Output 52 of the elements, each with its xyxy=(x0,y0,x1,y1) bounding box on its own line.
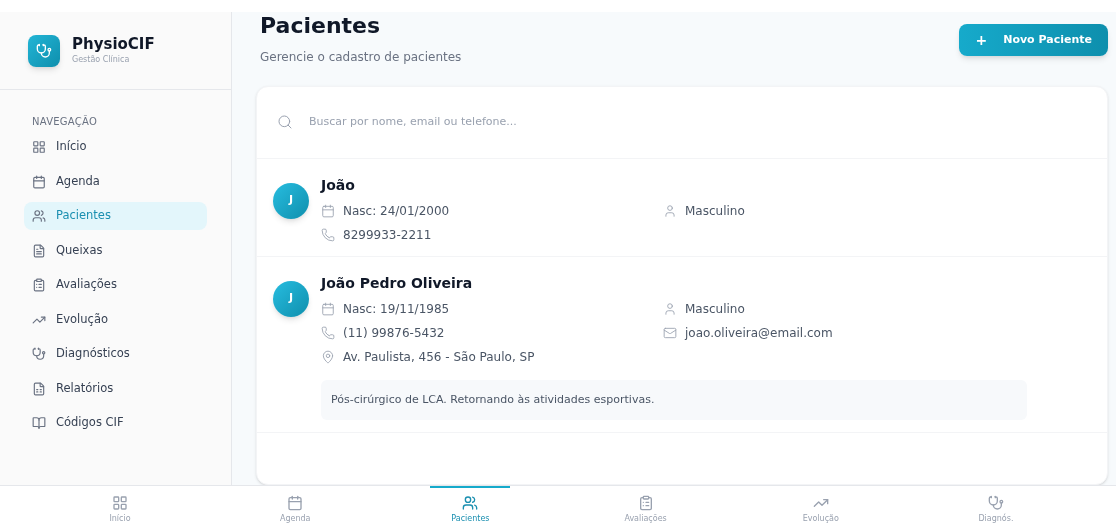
bottom-nav-item[interactable]: Pacientes xyxy=(430,486,511,531)
patient-info: Masculino xyxy=(685,300,745,318)
stethoscope-icon xyxy=(987,494,1004,511)
search-field[interactable]: Buscar por nome, email ou telefone... xyxy=(309,113,1087,131)
document-icon xyxy=(32,243,46,258)
nav-item[interactable]: Códigos CIF xyxy=(24,409,207,437)
search-icon xyxy=(277,114,293,130)
plus-icon: + xyxy=(975,29,988,51)
patient-info: 8299933-2211 xyxy=(343,226,432,244)
brand-tagline: Gestão Clínica xyxy=(72,53,131,66)
logo-icon xyxy=(28,34,60,67)
patient-info: Nasc: 19/11/1985 xyxy=(343,300,450,318)
nav-item[interactable]: Início xyxy=(24,133,207,161)
person-icon xyxy=(663,301,677,316)
nav-item[interactable]: Avaliações xyxy=(24,271,207,299)
phone-icon xyxy=(321,227,335,242)
grid-icon xyxy=(32,140,46,154)
patient-info: Nasc: 24/01/2000 xyxy=(343,202,450,220)
nav-heading: NAVEGAÇÃO xyxy=(31,114,99,129)
nav-item[interactable]: Diagnósticos xyxy=(24,340,207,368)
phone-icon xyxy=(321,325,335,340)
patient-name: João xyxy=(321,175,356,195)
nav-item[interactable]: Evolução xyxy=(24,305,207,334)
clipboard-icon xyxy=(637,494,654,511)
patient-name: João Pedro Oliveira xyxy=(321,273,474,293)
brand-name: PhysioCIF xyxy=(72,35,155,54)
grid-icon xyxy=(112,494,128,511)
person-icon xyxy=(663,203,677,218)
mail-icon xyxy=(663,325,677,340)
page-subtitle: Gerencie o cadastro de pacientes xyxy=(260,48,462,66)
users-icon xyxy=(462,494,479,511)
stethoscope-icon xyxy=(32,347,46,361)
patient-note: Pós-cirúrgico de LCA. Retornando às atividades esportivas. xyxy=(321,379,1027,420)
patient-info: joao.oliveira@email.com xyxy=(685,324,833,342)
patient-info: Av. Paulista, 456 - São Paulo, SP xyxy=(343,348,535,366)
book-icon xyxy=(32,416,46,430)
users-icon xyxy=(32,209,46,223)
calendar-icon xyxy=(321,203,335,218)
calendar-icon xyxy=(321,301,335,316)
avatar: J xyxy=(273,280,309,317)
page-title: Pacientes xyxy=(260,12,382,40)
location-pin-icon xyxy=(321,349,335,364)
patient-info: (11) 99876-5432 xyxy=(343,324,445,342)
calendar-icon xyxy=(287,494,304,511)
patient-info: Masculino xyxy=(685,202,745,220)
nav-item[interactable]: Queixas xyxy=(24,236,207,265)
calendar-icon xyxy=(32,174,46,189)
nav-item[interactable]: Relatórios xyxy=(24,374,207,403)
nav-item[interactable]: Agenda xyxy=(24,167,207,196)
report-icon xyxy=(32,381,46,396)
clipboard-icon xyxy=(32,278,46,292)
avatar: J xyxy=(273,182,309,219)
